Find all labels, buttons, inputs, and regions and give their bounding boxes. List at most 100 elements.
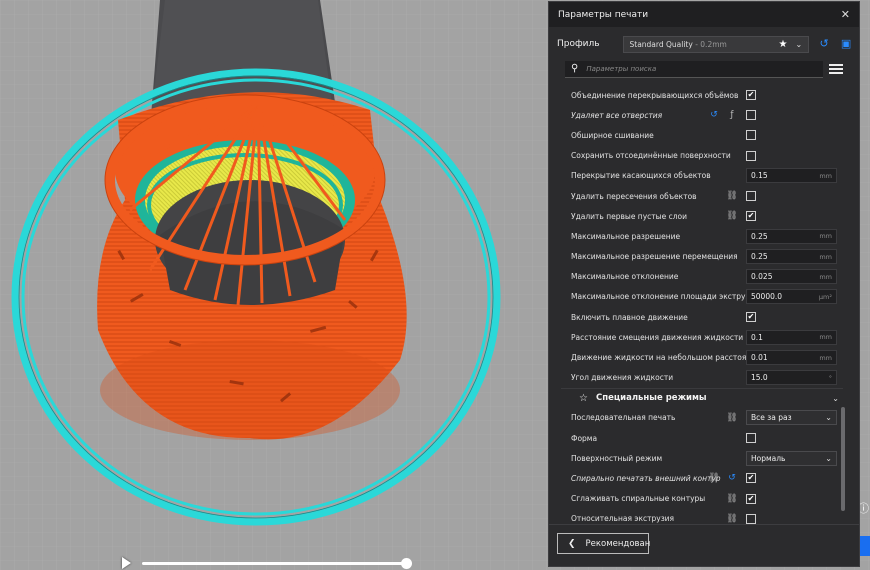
setting-row: Спирально печатать внешний контур ⛓ ↺ ✔: [549, 468, 849, 488]
chevron-down-icon: ⌄: [795, 39, 803, 49]
setting-label: Максимальное отклонение: [571, 272, 679, 282]
setting-row: Угол движения жидкости 15.0 °: [549, 368, 849, 388]
setting-row: Включить плавное движение ✔: [549, 307, 849, 327]
setting-row: Форма: [549, 428, 849, 448]
recommended-button[interactable]: ❮ Рекомендован: [557, 533, 651, 554]
panel-footer: ❮ Рекомендован: [549, 524, 859, 568]
setting-select[interactable]: Все за раз ⌄: [746, 410, 837, 426]
setting-checkbox[interactable]: ✔: [746, 473, 756, 484]
setting-label: Максимальное разрешение перемещения: [571, 252, 738, 262]
setting-label: Обширное сшивание: [571, 130, 654, 140]
layer-slider[interactable]: [118, 556, 418, 570]
recommended-button-label: Рекомендован: [585, 538, 651, 549]
star-icon: ☆: [579, 392, 588, 404]
setting-number-field[interactable]: 0.1 mm: [746, 329, 837, 345]
setting-value: Нормаль: [751, 453, 786, 463]
setting-label: Объединение перекрывающихся объёмов: [571, 90, 739, 100]
star-icon[interactable]: ★: [779, 39, 788, 50]
link-icon[interactable]: ⛓: [726, 413, 738, 423]
play-icon[interactable]: [122, 557, 131, 569]
slice-button-edge[interactable]: [860, 536, 870, 556]
menu-icon[interactable]: [829, 62, 843, 76]
setting-checkbox[interactable]: ✔: [746, 90, 756, 101]
setting-row: Перекрытие касающихся объектов 0.15 mm: [549, 166, 849, 186]
setting-checkbox[interactable]: ✔: [746, 493, 756, 504]
setting-row: Объединение перекрывающихся объёмов ✔: [549, 85, 849, 105]
link-icon[interactable]: ⛓: [726, 191, 738, 201]
setting-label: Расстояние смещения движения жидкости: [571, 332, 744, 342]
setting-row: Удаляет все отверстия ↺ ƒ: [549, 105, 849, 125]
setting-unit: °: [828, 373, 832, 382]
print-settings-panel: Параметры печати ✕ Профиль Standard Qual…: [548, 1, 860, 567]
search-placeholder: Параметры поиска: [586, 64, 657, 73]
section-special-modes[interactable]: ☆ Специальные режимы ⌄: [561, 387, 843, 408]
setting-number-field[interactable]: 15.0 °: [746, 370, 837, 386]
setting-number-field[interactable]: 0.25 mm: [746, 249, 837, 265]
setting-row: Максимальное разрешение перемещения 0.25 m…: [549, 247, 849, 267]
profile-name: Standard Quality - 0.2mm: [629, 39, 727, 49]
setting-label: Максимальное разрешение: [571, 231, 681, 241]
setting-number-field[interactable]: 0.025 mm: [746, 269, 837, 285]
setting-value: 0.15: [751, 171, 768, 181]
setting-number-field[interactable]: 0.01 mm: [746, 350, 837, 366]
setting-checkbox[interactable]: [746, 433, 756, 444]
setting-label: Включить плавное движение: [571, 312, 688, 322]
setting-label: Движение жидкости на небольшом расстояни…: [571, 353, 762, 363]
chevron-down-icon: ⌄: [825, 413, 832, 423]
setting-label: Поверхностный режим: [571, 453, 663, 463]
setting-checkbox[interactable]: [746, 130, 756, 141]
function-icon[interactable]: ƒ: [726, 110, 738, 120]
reset-icon[interactable]: ↺: [817, 37, 831, 51]
setting-checkbox[interactable]: ✔: [746, 312, 756, 323]
setting-unit: mm: [819, 333, 832, 342]
setting-checkbox[interactable]: ✔: [746, 211, 756, 222]
setting-number-field[interactable]: 0.15 mm: [746, 168, 837, 184]
setting-unit: mm: [819, 232, 832, 241]
setting-checkbox[interactable]: [746, 110, 756, 121]
setting-row: Сохранить отсоединённые поверхности: [549, 146, 849, 166]
setting-checkbox[interactable]: [746, 513, 756, 524]
setting-label: Удаляет все отверстия: [571, 110, 663, 120]
search-input[interactable]: ⚲ Параметры поиска: [565, 60, 823, 78]
setting-row: Максимальное отклонение площади экструзи…: [549, 287, 849, 307]
setting-value: 0.025: [751, 272, 773, 282]
setting-value: Все за раз: [751, 413, 792, 423]
search-icon: ⚲: [571, 63, 579, 74]
setting-number-field[interactable]: 0.25 mm: [746, 228, 837, 244]
setting-value: 0.1: [751, 332, 763, 342]
settings-list: Объединение перекрывающихся объёмов ✔ Удал…: [549, 85, 849, 529]
setting-number-field[interactable]: 50000.0 μm²: [746, 289, 837, 305]
scrollbar[interactable]: [841, 407, 845, 511]
setting-value: 15.0: [751, 373, 768, 383]
reset-icon[interactable]: ↺: [708, 110, 720, 120]
setting-row: Последовательная печать ⛓ Все за раз ⌄: [549, 408, 849, 428]
setting-value: 0.25: [751, 252, 768, 262]
save-icon[interactable]: ▣: [839, 37, 853, 51]
setting-select[interactable]: Нормаль ⌄: [746, 450, 837, 466]
setting-value: 50000.0: [751, 292, 783, 302]
link-icon[interactable]: ⛓: [708, 473, 720, 483]
setting-checkbox[interactable]: [746, 191, 756, 202]
setting-value: 0.01: [751, 353, 768, 363]
setting-label: Угол движения жидкости: [571, 373, 674, 383]
setting-unit: mm: [819, 252, 832, 261]
link-icon[interactable]: ⛓: [726, 211, 738, 221]
slider-track[interactable]: [142, 562, 408, 565]
setting-unit: mm: [819, 272, 832, 281]
profile-select[interactable]: Standard Quality - 0.2mm ★ ⌄: [622, 35, 810, 53]
reset-icon[interactable]: ↺: [726, 473, 738, 483]
chevron-down-icon: ⌄: [832, 393, 839, 403]
slider-thumb[interactable]: [401, 558, 412, 569]
setting-row: Движение жидкости на небольшом расстояни…: [549, 347, 849, 367]
link-icon[interactable]: ⛓: [726, 494, 738, 504]
setting-label: Относительная экструзия: [571, 514, 675, 524]
setting-unit: μm²: [818, 292, 832, 301]
close-icon[interactable]: ✕: [841, 8, 850, 21]
setting-row: Удалить первые пустые слои ⛓ ✔: [549, 206, 849, 226]
setting-label: Сглаживать спиральные контуры: [571, 494, 706, 504]
panel-header: Параметры печати ✕: [549, 2, 859, 27]
link-icon[interactable]: ⛓: [726, 514, 738, 524]
setting-checkbox[interactable]: [746, 150, 756, 161]
profile-label: Профиль: [557, 39, 600, 49]
setting-label: Спирально печатать внешний контур: [571, 473, 721, 483]
